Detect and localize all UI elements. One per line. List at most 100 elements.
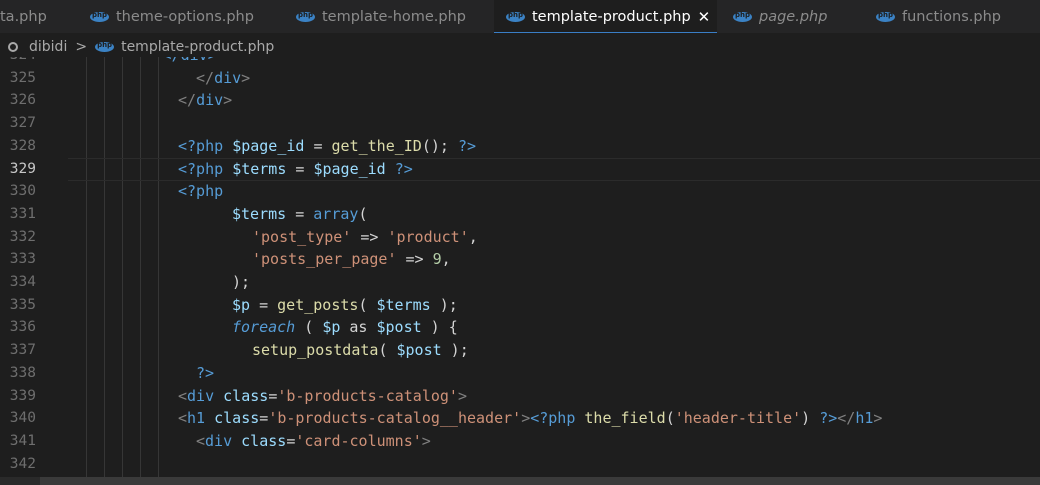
code-line[interactable]: 336 foreach ( $p as $post ) { [0,316,1040,339]
code-line[interactable]: 335 $p = get_posts( $terms ); [0,294,1040,317]
code-token: ); [430,295,458,314]
code-token: $post [396,341,442,360]
code-token: = [268,386,278,405]
code-line[interactable]: 340 <h1 class='b-products-catalog__header… [0,407,1040,430]
code-line[interactable]: 339 <div class='b-products-catalog'> [0,385,1040,408]
line-number: 329 [9,160,36,177]
line-number: 332 [9,228,36,245]
code-line[interactable]: 338 ?> [0,362,1040,385]
code-line[interactable]: 326 </div> [0,89,1040,112]
tab-theme-options-php[interactable]: php theme-options.php [90,0,254,33]
line-number: 331 [9,205,36,222]
tab-ta-php[interactable]: ta.php [0,0,47,33]
code-token: $page_id [313,159,386,178]
code-token: = [286,431,296,450]
code-text: 'post_type' => 'product', [252,226,478,249]
code-editor[interactable]: 324 </div>325</div>326</div>327328<?php … [0,57,1040,477]
code-text: 'posts_per_page' => 9, [252,248,451,271]
code-token: 'posts_per_page' [252,250,397,269]
tab-template-product-php[interactable]: php template-product.php ✕ [494,0,717,33]
code-token: foreach [232,318,296,337]
code-token: ); [441,341,469,360]
code-text: <?php $page_id = get_the_ID(); ?> [178,135,476,158]
code-line[interactable]: 333 'posts_per_page' => 9, [0,248,1040,271]
code-line[interactable]: 330 <?php [0,180,1040,203]
code-token: class [214,409,260,428]
code-token: 'post_type' [252,227,352,246]
scrollbar-track [0,477,40,485]
folder-icon [8,42,18,52]
tab-label: template-product.php [532,8,691,25]
code-token: 'card-columns' [295,431,422,450]
code-token: div [214,68,242,87]
code-line[interactable]: 337 setup_postdata( $post ); [0,339,1040,362]
code-token: 'header-title' [674,409,802,428]
code-token: get_posts [277,295,359,314]
code-line[interactable]: 342 [0,453,1040,476]
code-token: = [304,136,332,155]
tab-page-php[interactable]: php page.php [733,0,827,33]
close-tab-icon[interactable]: ✕ [698,8,711,26]
code-line[interactable]: 325 </div> [0,67,1040,90]
code-token: ) { [421,318,458,337]
code-token: ) [801,409,820,428]
code-text: <div class='card-columns'> [196,430,431,453]
code-token: = [286,204,314,223]
code-token: 'product' [387,227,469,246]
code-token: ?> [394,159,413,178]
tab-functions-php[interactable]: php functions.php [876,0,1001,33]
code-line[interactable]: 341 <div class='card-columns'> [0,430,1040,453]
code-token: = [286,159,314,178]
code-token: ( [295,318,323,337]
code-token: $terms [232,159,287,178]
php-file-icon: php [296,11,315,22]
code-text: setup_postdata( $post ); [252,339,469,362]
code-line[interactable]: 334); [0,271,1040,294]
code-token: setup_postdata [252,341,379,360]
code-text: $p = get_posts( $terms ); [232,294,458,317]
code-line[interactable]: 332 'post_type' => 'product', [0,226,1040,249]
code-token: $terms [376,295,431,314]
code-token: $p [322,318,341,337]
code-text: $terms = array( [232,203,367,226]
code-token: > [241,68,251,87]
code-token: = [259,409,269,428]
code-line[interactable]: 331 $terms = array( [0,203,1040,226]
code-token: div [187,386,215,405]
tab-label: theme-options.php [116,8,254,25]
code-line[interactable]: 328 <?php $page_id = get_the_ID(); ?> [0,135,1040,158]
code-text: <h1 class='b-products-catalog__header'><… [178,407,882,430]
line-number: 339 [9,387,36,404]
code-token: ?> [457,136,477,155]
code-line[interactable]: 329 <?php $terms = $page_id ?> [0,158,1040,181]
breadcrumb-file[interactable]: template-product.php [121,39,274,55]
code-token: get_the_ID [331,136,422,155]
line-number: 338 [9,364,36,381]
code-token: ( [358,204,368,223]
code-token: < [178,386,188,405]
code-text: </div> [178,89,232,112]
line-number: 330 [9,183,36,200]
code-text: <?php [178,180,223,203]
tab-template-home-php[interactable]: php template-home.php [296,0,466,33]
line-number: 328 [9,137,36,154]
code-line[interactable]: 327 [0,112,1040,135]
line-number: 336 [9,319,36,336]
code-token: ?> [196,363,215,382]
line-number: 333 [9,251,36,268]
code-token: , [441,250,451,269]
code-line[interactable]: 324 </div> [0,57,1040,67]
breadcrumb-root[interactable]: dibidi [29,39,67,55]
code-token: the_field [584,409,666,428]
code-token: <?php [530,409,585,428]
code-token: array [313,204,359,223]
code-text: <div class='b-products-catalog'> [178,385,467,408]
line-number: 325 [9,69,36,86]
line-number: 337 [9,342,36,359]
code-token: < [178,409,188,428]
code-token: h1 [855,409,874,428]
code-token: div [196,91,224,110]
line-number: 334 [9,274,36,290]
horizontal-scrollbar[interactable] [0,477,1040,485]
